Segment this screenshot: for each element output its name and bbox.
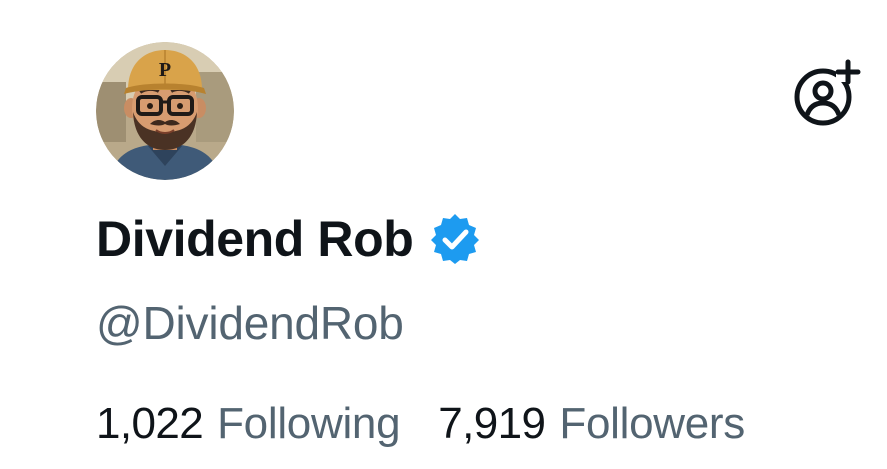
profile-handle: @DividendRob — [96, 297, 404, 349]
profile-name-row: Dividend Rob — [96, 206, 481, 272]
add-user-icon — [794, 59, 861, 126]
follow-button[interactable] — [790, 56, 864, 130]
verified-badge-icon[interactable] — [429, 213, 481, 265]
followers-label: Followers — [559, 399, 745, 448]
svg-text:P: P — [159, 59, 171, 81]
profile-avatar[interactable]: P — [96, 42, 234, 180]
following-count: 1,022 — [96, 399, 204, 448]
following-link[interactable]: 1,022 Following — [96, 399, 401, 449]
avatar-illustration: P — [96, 42, 234, 180]
followers-link[interactable]: 7,919 Followers — [438, 399, 745, 449]
following-label: Following — [217, 399, 401, 448]
display-name: Dividend Rob — [96, 211, 414, 267]
profile-stats: 1,022 Following 7,919 Followers — [96, 392, 745, 456]
followers-count: 7,919 — [438, 399, 546, 448]
